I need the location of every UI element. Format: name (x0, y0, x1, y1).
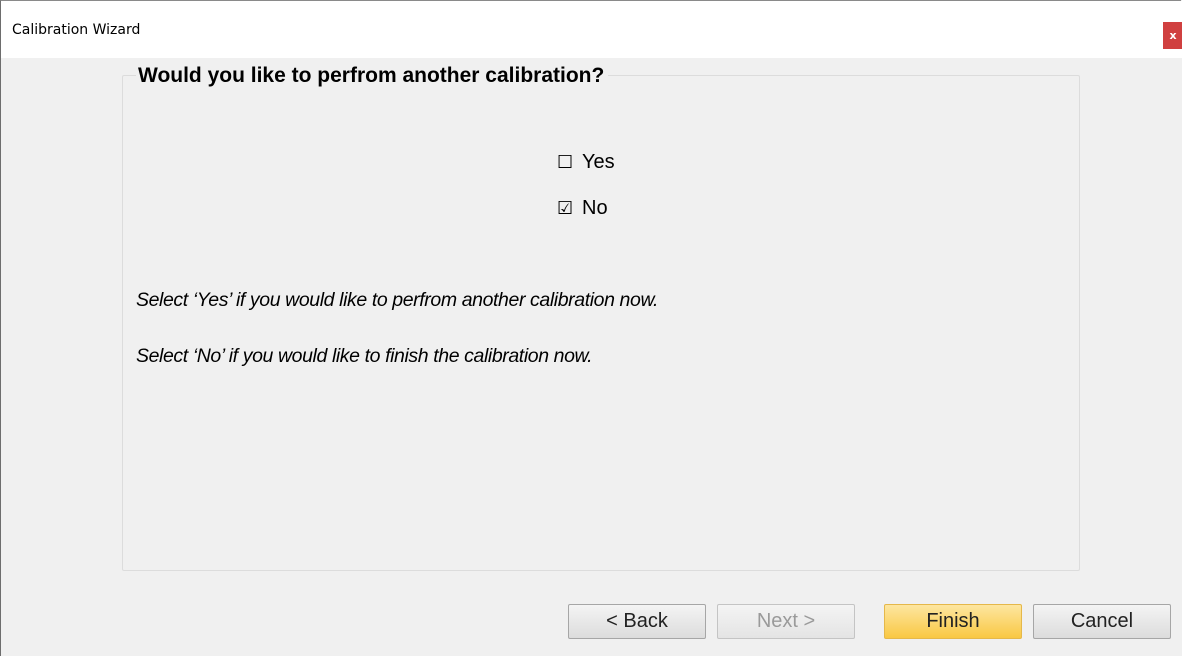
yes-label: Yes (582, 151, 615, 173)
description-no: Select ‘No’ if you would like to finish … (136, 345, 593, 367)
no-label: No (582, 197, 608, 219)
cancel-button[interactable]: Cancel (1033, 604, 1171, 639)
back-button[interactable]: < Back (568, 604, 706, 639)
checkbox-unchecked-icon[interactable]: ☐ (557, 152, 574, 173)
description-yes: Select ‘Yes’ if you would like to perfro… (136, 289, 659, 311)
no-checkbox[interactable]: ☑ No (557, 197, 608, 220)
title-bar: Calibration Wizard x (1, 1, 1182, 58)
wizard-window: Calibration Wizard x Would you like to p… (0, 0, 1182, 656)
yes-checkbox[interactable]: ☐ Yes (557, 151, 615, 174)
next-button[interactable]: Next > (717, 604, 855, 639)
close-button[interactable]: x (1163, 22, 1182, 49)
checkbox-checked-icon[interactable]: ☑ (557, 198, 574, 219)
calibration-question-group (122, 75, 1080, 571)
window-title: Calibration Wizard (12, 22, 141, 38)
group-legend: Would you like to perfrom another calibr… (136, 64, 609, 88)
finish-button[interactable]: Finish (884, 604, 1022, 639)
